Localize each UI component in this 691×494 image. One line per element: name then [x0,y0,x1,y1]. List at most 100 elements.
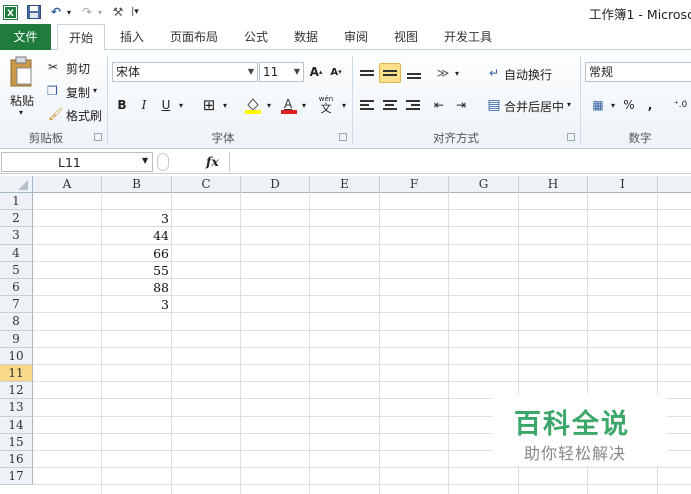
row-header-15[interactable]: 15 [0,433,33,451]
merge-dropdown-icon[interactable]: ▾ [567,100,571,109]
formula-input[interactable] [229,152,691,172]
cell-b5[interactable]: 55 [102,262,172,279]
cell-b4[interactable]: 66 [102,245,172,262]
row-header-6[interactable]: 6 [0,279,33,297]
orientation-dropdown-icon[interactable]: ▾ [452,63,462,83]
column-header-a[interactable]: A [33,176,102,193]
tab-home[interactable]: 开始 [57,24,105,51]
column-header-b[interactable]: B [102,176,172,193]
tab-review[interactable]: 审阅 [336,24,376,50]
row-header-8[interactable]: 8 [0,313,33,331]
format-painter-icon[interactable]: 🖌 [48,107,63,121]
customize-icon[interactable]: ⚒ [108,3,128,21]
copy-dropdown-icon[interactable]: ▾ [93,86,97,95]
merge-center-button[interactable]: 合并后居中 [504,98,564,115]
tab-formulas[interactable]: 公式 [236,24,276,50]
align-top-icon[interactable] [357,63,377,83]
tab-data[interactable]: 数据 [286,24,326,50]
column-header-c[interactable]: C [172,176,241,193]
fill-color-icon[interactable] [243,95,263,115]
column-header-i[interactable]: I [588,176,658,193]
tab-page-layout[interactable]: 页面布局 [164,24,224,50]
cut-icon[interactable]: ✂ [48,60,58,74]
row-header-4[interactable]: 4 [0,244,33,262]
row-header-12[interactable]: 12 [0,382,33,400]
fill-color-dropdown-icon[interactable]: ▾ [264,95,274,115]
column-header-partial[interactable] [658,176,691,193]
increase-decimal-icon[interactable]: ⁺.0 [670,95,691,115]
column-header-g[interactable]: G [449,176,519,193]
tab-view[interactable]: 视图 [386,24,426,50]
number-format-select[interactable]: 常规 [585,62,691,82]
font-launcher-icon[interactable] [339,133,347,141]
copy-icon[interactable]: ❐ [47,84,58,98]
row-header-9[interactable]: 9 [0,330,33,348]
row-header-2[interactable]: 2 [0,210,33,228]
copy-button[interactable]: 复制 [66,84,90,101]
comma-button[interactable]: , [643,95,657,115]
save-icon[interactable] [26,3,42,21]
row-header-17[interactable]: 17 [0,468,33,486]
column-header-f[interactable]: F [380,176,449,193]
quick-access-menu-icon[interactable]: |▾ [130,3,140,21]
underline-dropdown-icon[interactable]: ▾ [176,95,186,115]
orientation-icon[interactable]: ≫ [433,63,453,83]
align-center-icon[interactable] [380,95,400,115]
borders-icon[interactable]: ⊞ [199,95,219,115]
formula-bar-resize-handle[interactable] [157,153,169,171]
insert-function-icon[interactable]: fx [206,154,219,169]
redo-dropdown-icon[interactable]: ▾ [96,3,104,21]
accounting-dropdown-icon[interactable]: ▾ [608,95,618,115]
format-painter-button[interactable]: 格式刷 [66,107,102,124]
phonetic-guide-icon[interactable]: wén 文 [314,95,338,115]
undo-icon[interactable]: ↶ [47,3,65,21]
phonetic-dropdown-icon[interactable]: ▾ [339,95,349,115]
tab-file[interactable]: 文件 [0,24,51,50]
font-name-select[interactable]: 宋体 ▼ [112,62,258,82]
borders-dropdown-icon[interactable]: ▾ [220,95,230,115]
font-color-dropdown-icon[interactable]: ▾ [299,95,309,115]
increase-indent-icon[interactable]: ⇥ [452,95,470,115]
paste-dropdown-icon[interactable]: ▾ [19,108,23,117]
align-right-icon[interactable] [403,95,423,115]
alignment-launcher-icon[interactable] [567,133,575,141]
shrink-font-icon[interactable]: A ▾ [327,62,345,82]
bold-button[interactable]: B [114,95,130,115]
clipboard-launcher-icon[interactable] [94,133,102,141]
column-header-d[interactable]: D [241,176,310,193]
font-color-icon[interactable]: A [279,95,299,115]
name-box[interactable]: L11 ▼ [1,152,153,172]
align-middle-icon[interactable] [379,63,401,83]
select-all-corner[interactable] [0,176,33,193]
underline-button[interactable]: U [158,95,174,115]
grow-font-icon[interactable]: A ▴ [307,62,325,82]
paste-icon[interactable] [6,54,36,90]
italic-button[interactable]: I [136,95,152,115]
percent-button[interactable]: % [620,95,638,115]
row-header-13[interactable]: 13 [0,399,33,417]
column-header-h[interactable]: H [519,176,588,193]
row-header-11[interactable]: 11 [0,365,33,383]
row-header-10[interactable]: 10 [0,347,33,365]
cut-button[interactable]: 剪切 [66,60,90,77]
accounting-format-icon[interactable]: ▦ [588,95,608,115]
font-size-select[interactable]: 11 ▼ [259,62,304,82]
wrap-text-icon[interactable]: ↵ [485,63,503,83]
row-header-7[interactable]: 7 [0,296,33,314]
tab-insert[interactable]: 插入 [112,24,152,50]
tab-developer[interactable]: 开发工具 [436,24,500,50]
row-header-14[interactable]: 14 [0,416,33,434]
cell-b3[interactable]: 44 [102,227,172,244]
row-header-3[interactable]: 3 [0,227,33,245]
paste-button[interactable]: 粘贴 [10,92,34,109]
redo-icon[interactable]: ↷ [78,3,96,21]
align-left-icon[interactable] [357,95,377,115]
wrap-text-button[interactable]: 自动换行 [504,66,552,83]
undo-dropdown-icon[interactable]: ▾ [65,3,73,21]
column-header-e[interactable]: E [310,176,380,193]
excel-logo-icon[interactable]: X [2,3,18,21]
cell-b1[interactable] [102,193,172,210]
row-header-1[interactable]: 1 [0,193,33,211]
cell-b6[interactable]: 88 [102,279,172,296]
row-header-16[interactable]: 16 [0,451,33,469]
